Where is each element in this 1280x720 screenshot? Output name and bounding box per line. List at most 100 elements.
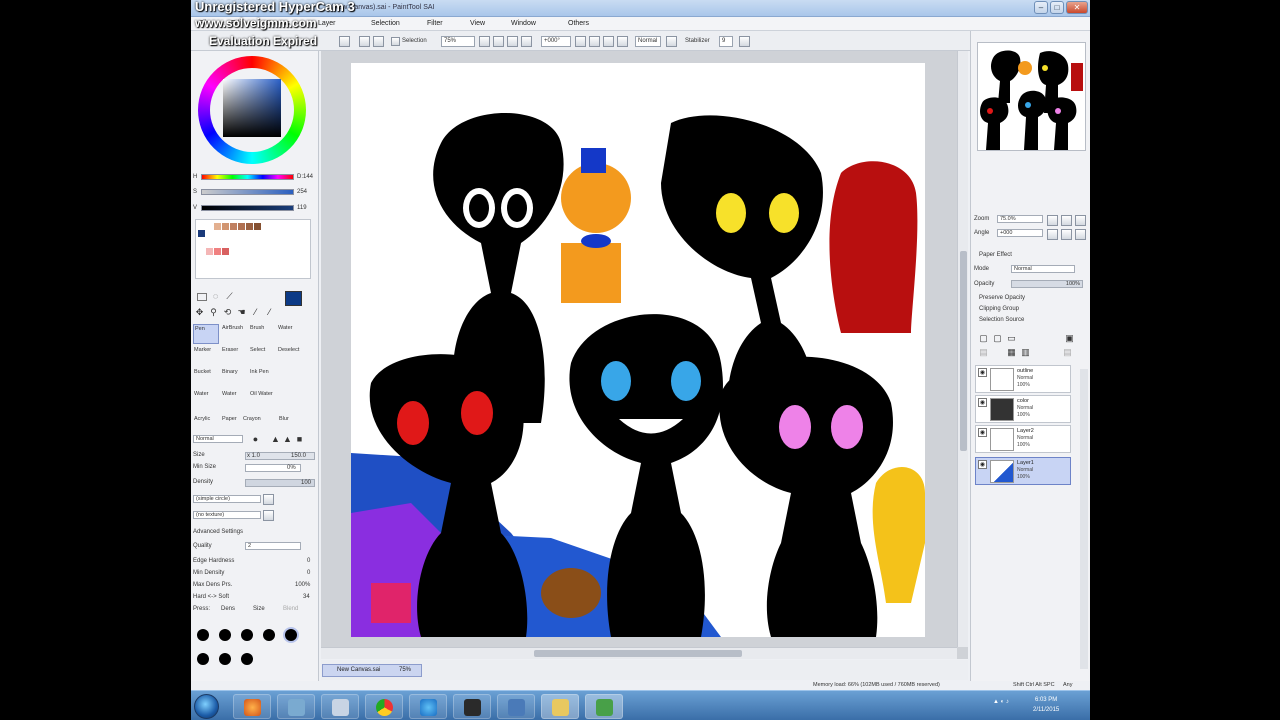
primary-color-icon[interactable] xyxy=(285,291,302,306)
tb-button[interactable] xyxy=(339,36,350,47)
eyedropper-icon[interactable]: ⁄ xyxy=(263,307,276,318)
chrome-taskbar-button[interactable] xyxy=(365,694,403,719)
ie-taskbar-button[interactable] xyxy=(409,694,447,719)
menu-others[interactable]: Others xyxy=(568,20,589,27)
selection-source-option[interactable]: Selection Source xyxy=(979,317,1024,323)
preserve-opacity-option[interactable]: Preserve Opacity xyxy=(979,295,1025,301)
rect-select-icon[interactable] xyxy=(197,293,207,301)
saturation-value-square[interactable] xyxy=(223,79,281,137)
texture-button[interactable] xyxy=(263,510,274,521)
rotate-button[interactable] xyxy=(575,36,586,47)
swatch[interactable] xyxy=(246,223,253,230)
navigator-preview[interactable] xyxy=(977,42,1086,151)
paper-effect-label[interactable]: Paper Effect xyxy=(979,252,1012,258)
eye-icon[interactable]: ◉ xyxy=(978,368,987,377)
brush-shape-icon[interactable]: ● xyxy=(249,434,262,445)
pen-tool[interactable]: Pen xyxy=(193,324,219,344)
airbrush-tool[interactable]: AirBrush xyxy=(221,324,247,344)
swatch[interactable] xyxy=(206,248,213,255)
nav-button[interactable] xyxy=(1075,229,1086,240)
rotate-button[interactable] xyxy=(603,36,614,47)
maximize-button[interactable]: □ xyxy=(1050,1,1064,14)
brush-preset[interactable] xyxy=(263,629,275,641)
layer-scrollbar[interactable] xyxy=(1080,369,1088,669)
clipping-group-option[interactable]: Clipping Group xyxy=(979,306,1019,312)
brush-shape-select[interactable]: (simple circle) xyxy=(193,495,261,503)
new-folder-icon[interactable]: ▭ xyxy=(1005,333,1018,344)
stabilizer-button[interactable] xyxy=(739,36,750,47)
nav-button[interactable] xyxy=(1061,215,1072,226)
zoom-button[interactable] xyxy=(493,36,504,47)
brush-tool[interactable]: Brush xyxy=(249,324,275,344)
swatch[interactable] xyxy=(222,248,229,255)
scroll-thumb[interactable] xyxy=(534,650,742,657)
nav-button[interactable] xyxy=(1047,229,1058,240)
swatch[interactable] xyxy=(238,223,245,230)
water-tool[interactable]: Water xyxy=(277,324,303,344)
press-size[interactable]: Size xyxy=(253,606,265,615)
nav-button[interactable] xyxy=(1061,229,1072,240)
hand-icon[interactable]: ☚ xyxy=(235,307,248,318)
press-blend[interactable]: Blend xyxy=(283,606,298,615)
eraser-tool[interactable]: Eraser xyxy=(221,346,247,366)
nav-zoom-value[interactable]: 75.0% xyxy=(997,215,1043,223)
brush-preset[interactable] xyxy=(197,653,209,665)
quality-select[interactable]: 2 xyxy=(245,542,301,550)
blur-tool[interactable]: Blur xyxy=(279,416,289,422)
binary-tool[interactable]: Binary xyxy=(221,368,247,388)
app-taskbar-button[interactable] xyxy=(497,694,535,719)
menu-window[interactable]: Window xyxy=(511,20,536,27)
val-slider[interactable] xyxy=(201,205,294,211)
swatch[interactable] xyxy=(222,223,229,230)
move-icon[interactable]: ✥ xyxy=(193,307,206,318)
swatch[interactable] xyxy=(254,223,261,230)
zoom-button[interactable] xyxy=(521,36,532,47)
paper-tool[interactable]: Paper xyxy=(222,416,237,422)
mode-box[interactable]: Normal xyxy=(635,36,661,47)
swatch[interactable] xyxy=(214,248,221,255)
selection-checkbox[interactable] xyxy=(391,37,400,46)
menu-filter[interactable]: Filter xyxy=(427,20,443,27)
deselect-tool[interactable]: Deselect xyxy=(277,346,303,366)
nav-button[interactable] xyxy=(1075,215,1086,226)
menu-layer[interactable]: Layer xyxy=(318,20,336,27)
folder-taskbar-button[interactable] xyxy=(541,694,579,719)
brush-preset[interactable] xyxy=(197,629,209,641)
rotate-button[interactable] xyxy=(617,36,628,47)
crayon-tool[interactable]: Crayon xyxy=(243,416,261,422)
hue-slider[interactable] xyxy=(201,174,294,180)
layer-item-layer2[interactable]: ◉ Layer2 Normal 100% xyxy=(975,425,1071,453)
drawing-canvas[interactable] xyxy=(351,63,925,637)
app-taskbar-button[interactable] xyxy=(321,694,359,719)
zoom-button[interactable] xyxy=(479,36,490,47)
media-taskbar-button[interactable] xyxy=(453,694,491,719)
advanced-settings-label[interactable]: Advanced Settings xyxy=(193,529,243,538)
menu-selection[interactable]: Selection xyxy=(371,20,400,27)
brush-preset[interactable] xyxy=(241,629,253,641)
zoom-icon[interactable]: ⚲ xyxy=(207,307,220,318)
canvas-horizontal-scrollbar[interactable] xyxy=(321,647,957,659)
new-layer-icon[interactable]: ▢ xyxy=(977,333,990,344)
nav-angle-value[interactable]: +000 xyxy=(997,229,1043,237)
eye-icon[interactable]: ◉ xyxy=(978,398,987,407)
layer-op-icon[interactable]: ▤ xyxy=(1061,347,1074,358)
layer-menu-icon[interactable]: ▣ xyxy=(1063,333,1076,344)
swatch[interactable] xyxy=(230,223,237,230)
swatch-panel[interactable] xyxy=(195,219,311,279)
nav-button[interactable] xyxy=(1047,215,1058,226)
marker-tool[interactable]: Marker xyxy=(193,346,219,366)
layer-op-icon[interactable]: ▤ xyxy=(977,347,990,358)
rotate-button[interactable] xyxy=(589,36,600,47)
system-tray[interactable]: ▲ ◐ ♪ xyxy=(993,699,1009,705)
mode-button[interactable] xyxy=(666,36,677,47)
swatch[interactable] xyxy=(214,223,221,230)
layer-item-outline[interactable]: ◉ outline Normal 100% xyxy=(975,365,1071,393)
shape-button[interactable] xyxy=(263,494,274,505)
scroll-thumb[interactable] xyxy=(960,251,967,451)
angle-box[interactable]: +000° xyxy=(541,36,571,47)
clock[interactable]: 6:03 PM 2/11/2015 xyxy=(1033,695,1059,715)
document-tab[interactable]: New Canvas.sai 75% xyxy=(322,664,422,677)
layer-opacity-slider[interactable]: 100% xyxy=(1011,280,1083,288)
swatch[interactable] xyxy=(198,230,205,237)
sat-slider[interactable] xyxy=(201,189,294,195)
